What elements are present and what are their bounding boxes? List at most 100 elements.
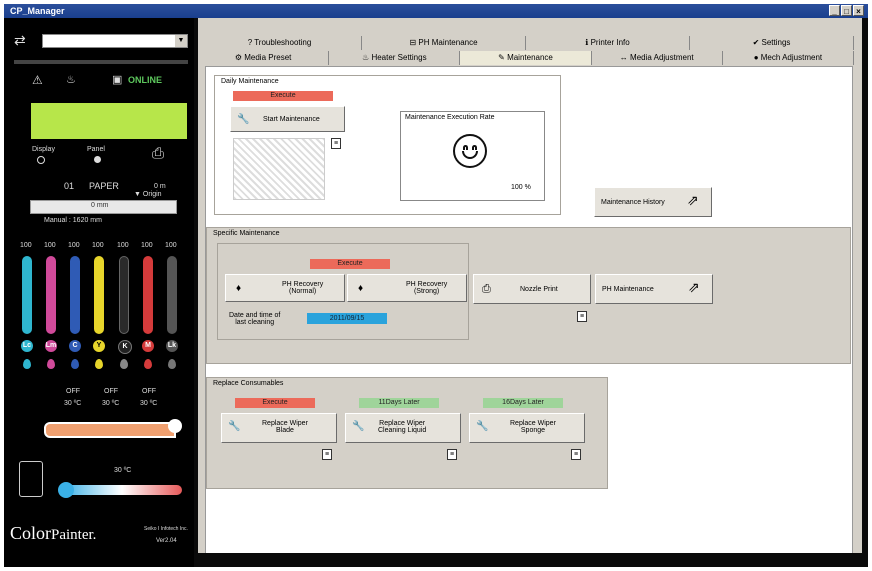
check-icon: ✔: [752, 38, 762, 47]
replace-wiper-sponge-button[interactable]: 🔧 Replace Wiper Sponge: [469, 413, 585, 443]
tab-printer-info[interactable]: ℹ Printer Info: [526, 36, 690, 50]
printer-icon: ▣: [112, 74, 123, 86]
ph-recovery-strong-button[interactable]: ♦ PH Recovery (Strong): [347, 274, 467, 302]
manual-icon[interactable]: ≡: [331, 138, 341, 149]
tab-label: Printer Info: [590, 38, 630, 47]
heater-3-temp: 30 ºC: [140, 400, 158, 407]
wrench-icon: 🔧: [237, 114, 250, 125]
rate-title: Maintenance Execution Rate: [405, 114, 495, 121]
media-slot: 01: [64, 181, 75, 191]
media-meters: 0 m: [154, 183, 166, 190]
ink-pct-c: 100: [68, 242, 80, 249]
tab-label: Settings: [761, 38, 791, 47]
ink-drop-icon: [144, 359, 152, 369]
chevron-down-icon[interactable]: ▼: [175, 35, 187, 47]
tab-mech-adjustment[interactable]: ● Mech Adjustment: [722, 51, 855, 65]
replace-wiper-sponge-label: Replace Wiper Sponge: [510, 420, 556, 434]
replace-wiper-blade-button[interactable]: 🔧 Replace Wiper Blade: [221, 413, 337, 443]
smile-icon: [453, 134, 487, 168]
manual-icon[interactable]: ≡: [322, 449, 332, 460]
last-cleaning-label: Date and time of last cleaning: [229, 312, 281, 326]
daily-execute-status: Execute: [233, 91, 333, 101]
replace-wiper-blade-label: Replace Wiper Blade: [262, 420, 308, 434]
ink-label-lm: Lm: [45, 340, 57, 352]
media-type: PAPER: [89, 181, 119, 191]
heater-2-state: OFF: [104, 388, 118, 395]
ink-bar-lk: [167, 256, 177, 334]
mouth-icon: [462, 151, 478, 159]
media-width-bar: 0 mm: [30, 200, 177, 214]
wrench-icon: 🔧: [352, 421, 365, 432]
logo-color: Color: [10, 523, 52, 543]
heater-dial-icon: [168, 419, 182, 433]
start-maintenance-button[interactable]: 🔧 Start Maintenance: [230, 106, 345, 132]
ink-drop-icon: [120, 359, 128, 369]
tab-label: Heater Settings: [371, 53, 427, 62]
consumables-title: Replace Consumables: [213, 380, 284, 387]
ink-drop-icon: [71, 359, 79, 369]
manual-icon[interactable]: ≡: [447, 449, 457, 460]
tab-troubleshooting[interactable]: ? Troubleshooting: [198, 36, 362, 50]
ph-maintenance-label: PH Maintenance: [602, 286, 654, 293]
manual-icon[interactable]: ≡: [571, 449, 581, 460]
tab-heater-settings[interactable]: ♨ Heater Settings: [329, 51, 461, 65]
tab-maintenance[interactable]: ✎ Maintenance: [460, 51, 592, 65]
ink-bar-y: [94, 256, 104, 334]
tab-media-preset[interactable]: ⚙ Media Preset: [198, 51, 330, 65]
remote-icon[interactable]: ⎙: [152, 145, 164, 162]
replace-wiper-liquid-label: Replace Wiper Cleaning Liquid: [378, 420, 427, 434]
logo-painter: Painter.: [51, 527, 97, 543]
window-title: CP_Manager: [10, 6, 65, 16]
liquid-status: 11Days Later: [359, 398, 439, 408]
ph-recovery-normal-button[interactable]: ♦ PH Recovery (Normal): [225, 274, 345, 302]
replace-wiper-liquid-button[interactable]: 🔧 Replace Wiper Cleaning Liquid: [345, 413, 461, 443]
printer-icon: ⎙: [482, 283, 491, 295]
ink-label-lk: Lk: [166, 340, 178, 352]
gear-icon: ⚙: [234, 53, 245, 62]
swap-icon[interactable]: ⇄: [14, 32, 26, 49]
ink-drop-icon: [23, 359, 31, 369]
panel-toggle[interactable]: [94, 156, 101, 163]
ink-pct-lc: 100: [20, 242, 32, 249]
ink-drop-icon: ♦: [236, 283, 242, 294]
main-area: ? Troubleshooting ⊟ PH Maintenance ℹ Pri…: [198, 18, 862, 567]
manual-icon[interactable]: ≡: [577, 311, 587, 322]
nozzle-print-button[interactable]: ⎙ Nozzle Print: [473, 274, 591, 304]
ink-label-y: Y: [93, 340, 105, 352]
close-button[interactable]: ×: [853, 5, 864, 16]
version: Ver2.04: [156, 538, 177, 544]
title-bar: CP_Manager _ □ ×: [4, 4, 868, 18]
app-window: CP_Manager _ □ × ⇄ ▼ ⚠ ♨ ▣ ONLINE Displa…: [4, 4, 868, 567]
nozzle-print-label: Nozzle Print: [520, 286, 558, 293]
ink-drop-icon: [95, 359, 103, 369]
ink-label-m: M: [142, 340, 154, 352]
minimize-button[interactable]: _: [829, 5, 840, 16]
tab-media-adjustment[interactable]: ↔ Media Adjustment: [591, 51, 723, 65]
tab-settings[interactable]: ✔ Settings: [690, 36, 854, 50]
status-strip: [14, 60, 188, 64]
display-toggle[interactable]: [37, 156, 45, 164]
heater-icon: ♨: [66, 74, 76, 86]
maintenance-illustration: [233, 138, 325, 200]
ph-maintenance-button[interactable]: PH Maintenance ⇗: [595, 274, 713, 304]
ph-recovery-normal-label: PH Recovery (Normal): [282, 281, 324, 295]
ink-label-k: K: [118, 340, 132, 354]
maintenance-history-button[interactable]: Maintenance History ⇗: [594, 187, 712, 217]
tab-ph-maintenance[interactable]: ⊟ PH Maintenance: [362, 36, 526, 50]
ink-pct-y: 100: [92, 242, 104, 249]
display-label: Display: [32, 146, 55, 153]
ink-pct-k: 100: [117, 242, 129, 249]
maximize-button[interactable]: □: [841, 5, 852, 16]
specific-title: Specific Maintenance: [213, 230, 280, 237]
printer-select[interactable]: ▼: [42, 34, 188, 48]
ph-recovery-strong-label: PH Recovery (Strong): [406, 281, 448, 295]
eye-left-icon: [463, 145, 468, 150]
tab-label: PH Maintenance: [418, 38, 478, 47]
thermometer-bulb-icon: [58, 482, 74, 498]
lcd-display: [31, 103, 187, 139]
ink-drop-icon: ♦: [358, 283, 364, 294]
external-link-icon: ⇗: [687, 192, 699, 208]
heater-2-temp: 30 ºC: [102, 400, 120, 407]
replace-consumables-group: Replace Consumables Execute 🔧 Replace Wi…: [206, 377, 608, 489]
ink-bar-c: [70, 256, 80, 334]
